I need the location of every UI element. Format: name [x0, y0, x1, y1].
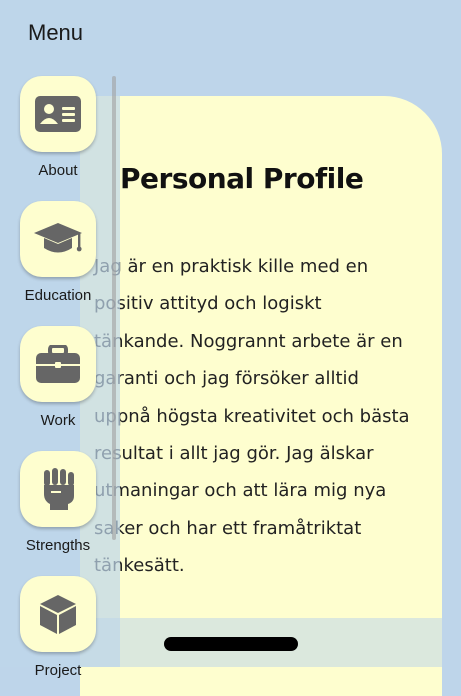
- menu-title: Menu: [28, 20, 84, 45]
- graduation-cap-icon: [34, 223, 82, 253]
- nav-item-strengths[interactable]: Strengths: [18, 451, 98, 554]
- home-indicator[interactable]: [164, 637, 298, 651]
- nav-item-project[interactable]: Project: [18, 576, 98, 679]
- menu-scrollbar[interactable]: [112, 76, 116, 540]
- work-tile[interactable]: [20, 326, 96, 402]
- sidebar-menu: Menu About Education Work Strengths Proj…: [0, 0, 120, 679]
- fist-icon: [44, 468, 74, 510]
- nav-item-education[interactable]: Education: [18, 201, 98, 304]
- profile-card: Personal Profile Jag är en praktisk kill…: [80, 96, 442, 696]
- nav-label-project: Project: [34, 662, 82, 679]
- nav-label-strengths: Strengths: [25, 537, 91, 554]
- cube-icon: [40, 595, 76, 634]
- project-tile[interactable]: [20, 576, 96, 652]
- profile-body: Jag är en praktisk kille med en positiv …: [94, 256, 410, 577]
- strengths-tile[interactable]: [20, 451, 96, 527]
- briefcase-icon: [36, 345, 80, 383]
- nav-label-about: About: [38, 162, 78, 179]
- about-tile[interactable]: [20, 76, 96, 152]
- nav-item-about[interactable]: About: [18, 76, 98, 179]
- nav-label-work: Work: [40, 412, 76, 429]
- nav-label-education: Education: [24, 287, 92, 304]
- education-tile[interactable]: [20, 201, 96, 277]
- nav-item-work[interactable]: Work: [18, 326, 98, 429]
- id-card-icon: [35, 96, 81, 132]
- profile-title: Personal Profile: [120, 162, 364, 195]
